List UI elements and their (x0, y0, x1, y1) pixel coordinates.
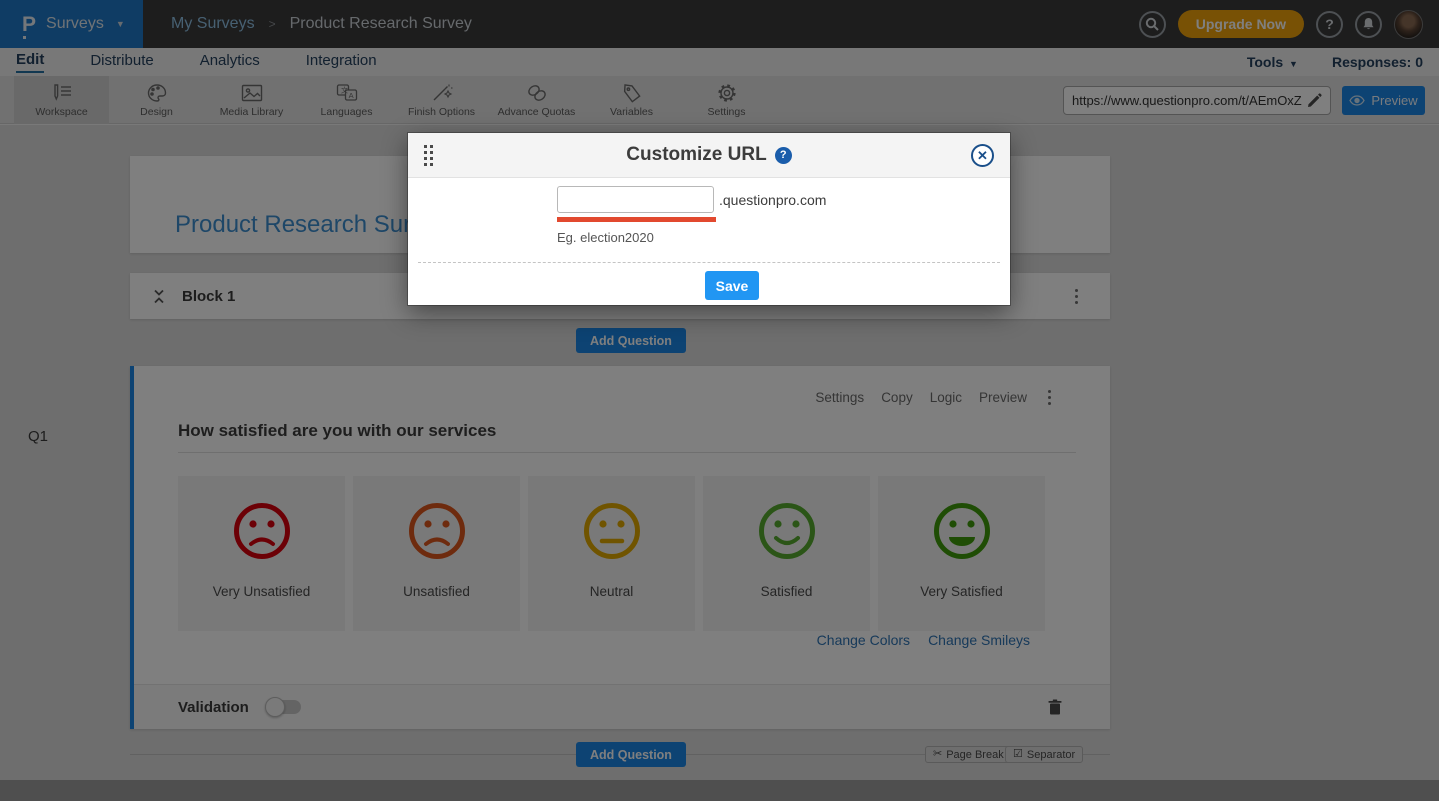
modal-body: .questionpro.com Eg. election2020 Save (408, 178, 1010, 305)
drag-handle-icon[interactable] (424, 145, 434, 167)
domain-suffix: .questionpro.com (719, 192, 826, 208)
modal-title: Customize URL ? (626, 144, 791, 166)
example-hint: Eg. election2020 (557, 230, 654, 245)
modal-overlay[interactable] (0, 0, 1439, 801)
modal-divider (418, 262, 1000, 263)
validation-error-underline (557, 217, 716, 222)
customize-url-modal: Customize URL ? ✕ .questionpro.com Eg. e… (408, 133, 1010, 305)
custom-url-input[interactable] (557, 186, 714, 213)
save-button[interactable]: Save (705, 271, 759, 300)
modal-header: Customize URL ? ✕ (408, 133, 1010, 178)
modal-help-icon[interactable]: ? (775, 147, 792, 164)
close-icon[interactable]: ✕ (971, 144, 994, 167)
